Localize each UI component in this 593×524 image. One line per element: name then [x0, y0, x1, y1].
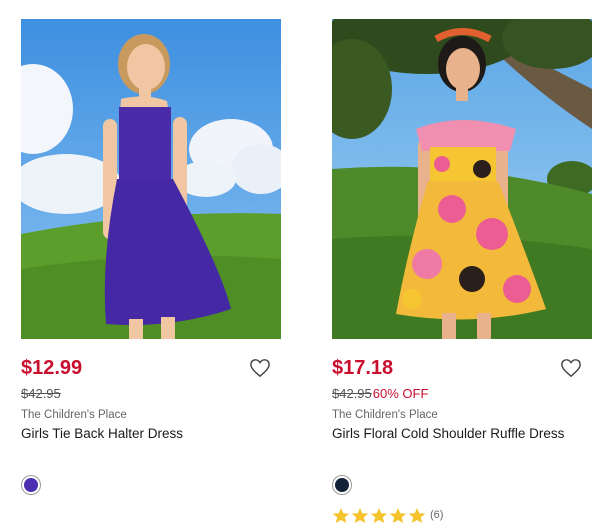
color-swatch[interactable]: [21, 475, 41, 495]
wishlist-heart-icon[interactable]: [249, 358, 271, 378]
product-image[interactable]: [332, 19, 592, 339]
original-price: $42.95: [21, 386, 61, 401]
product-image[interactable]: [21, 19, 281, 339]
discount-label: 60% OFF: [372, 386, 429, 401]
sale-price: $12.99: [21, 357, 83, 379]
review-count[interactable]: (6): [430, 509, 443, 521]
product-card[interactable]: $12.99 $42.95 The Children's Place Girls…: [21, 0, 283, 524]
sale-price: $17.18: [332, 357, 394, 379]
brand-name: The Children's Place: [332, 409, 438, 421]
product-card[interactable]: $17.18 $42.9560% OFF The Children's Plac…: [332, 0, 593, 524]
star-icon: [351, 507, 369, 523]
star-icon: [370, 507, 388, 523]
star-rating[interactable]: (6): [332, 505, 443, 524]
color-swatch[interactable]: [332, 475, 352, 495]
star-icon: [408, 507, 426, 523]
wishlist-heart-icon[interactable]: [560, 358, 582, 378]
star-icon: [389, 507, 407, 523]
product-name[interactable]: Girls Floral Cold Shoulder Ruffle Dress: [332, 426, 564, 441]
brand-name: The Children's Place: [21, 409, 127, 421]
original-price: $42.95: [332, 386, 372, 401]
star-icon: [332, 507, 350, 523]
product-name[interactable]: Girls Tie Back Halter Dress: [21, 426, 183, 441]
